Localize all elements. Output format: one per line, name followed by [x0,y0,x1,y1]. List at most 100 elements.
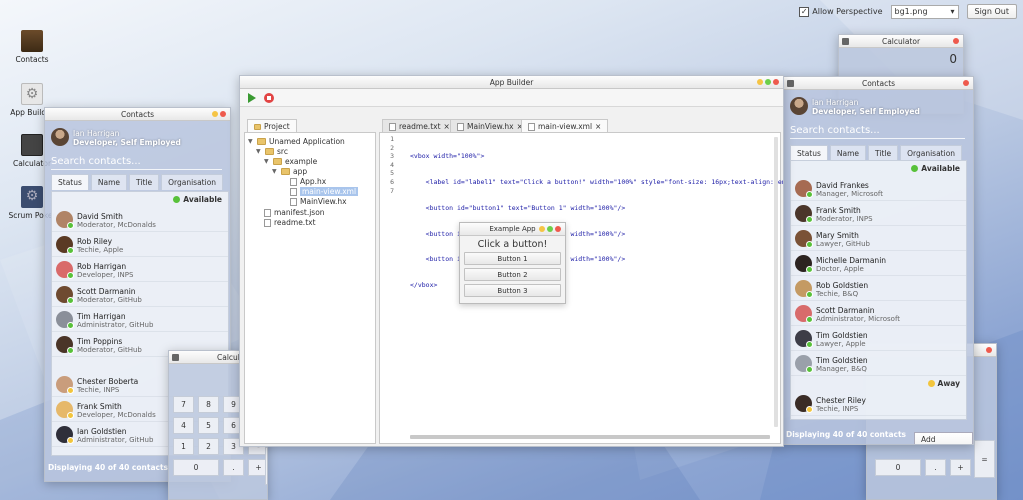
sign-out-button[interactable]: Sign Out [966,4,1017,19]
play-icon[interactable] [248,92,256,103]
minimize-button[interactable] [757,79,763,85]
tab-name[interactable]: Name [90,174,128,190]
tab-status[interactable]: Status [51,174,89,190]
tree-item-file[interactable]: readme.txt [264,218,316,227]
list-item[interactable]: Scott Darmanin Administrator, Microsoft [791,301,966,326]
close-button[interactable] [963,80,969,86]
key-7[interactable]: 7 [173,396,194,413]
tab-organisation[interactable]: Organisation [900,145,963,161]
status-label: Away [937,379,960,388]
avatar [790,97,808,115]
list-item[interactable]: Chester Riley Techie, INPS [791,391,966,416]
key-equals[interactable]: = [974,440,995,478]
list-item[interactable]: Michelle Darmanin Doctor, Apple [791,251,966,276]
key-5[interactable]: 5 [198,417,219,434]
tab-readme[interactable]: readme.txt × [382,119,457,133]
tab-title[interactable]: Title [868,145,899,161]
allow-perspective-toggle[interactable]: ✓ Allow Perspective [799,6,883,17]
key-2[interactable]: 2 [198,438,219,455]
contact-role: Techie, Apple [77,246,124,254]
tree-label: src [277,147,288,156]
tab-status[interactable]: Status [790,145,828,161]
list-item[interactable]: David Smith Moderator, McDonalds [52,207,228,232]
key-equals[interactable]: = [265,447,267,485]
checkbox[interactable]: ✓ [799,6,810,17]
tab-mainview[interactable]: MainView.hx × [450,119,530,133]
search-input[interactable]: Search contacts... [790,125,965,139]
close-icon[interactable]: × [444,122,450,131]
contact-role: Manager, Microsoft [816,190,883,198]
tree-item-file[interactable]: main-view.xml [290,187,359,196]
file-icon [290,177,297,186]
title-bar[interactable]: Calculator [839,35,963,48]
add-contact-button[interactable]: Add Contact [914,432,973,444]
button-2[interactable]: Button 2 [464,268,561,281]
close-button[interactable] [986,347,992,353]
close-icon[interactable]: × [595,122,601,131]
tab-title[interactable]: Title [129,174,160,190]
title-bar[interactable]: Contacts [45,108,230,121]
list-item[interactable]: Tim Goldstien Manager, B&Q [791,351,966,376]
tree-item-root[interactable]: ▼ Unamed Application [248,137,345,146]
key-dot[interactable]: . [925,459,946,476]
contact-name: Frank Smith [77,402,122,411]
button-3[interactable]: Button 3 [464,284,561,297]
list-item[interactable]: David Frankes Manager, Microsoft [791,176,966,201]
stop-icon[interactable] [264,92,274,103]
search-input[interactable]: Search contacts... [51,156,222,170]
list-item[interactable]: Rob Goldstien Techie, B&Q [791,276,966,301]
tab-name[interactable]: Name [829,145,867,161]
list-item[interactable]: Rob Riley Techie, Apple [52,232,228,257]
contact-role: Doctor, Apple [816,265,864,273]
close-button[interactable] [220,111,226,117]
button-1[interactable]: Button 1 [464,252,561,265]
title-bar[interactable]: App Builder [240,76,783,89]
key-4[interactable]: 4 [173,417,194,434]
tab-project[interactable]: Project [247,119,297,133]
key-0[interactable]: 0 [875,459,921,476]
desktop-icon-contacts[interactable]: Contacts [8,30,56,64]
tab-main-view-xml[interactable]: main-view.xml × [521,119,609,133]
title-bar[interactable]: Contacts [784,77,973,90]
tree-item-app[interactable]: ▼ app [272,167,307,176]
tree-item-example[interactable]: ▼ example [264,157,317,166]
list-item[interactable]: Mary Smith Lawyer, GitHub [791,226,966,251]
tab-organisation[interactable]: Organisation [161,174,224,190]
key-1[interactable]: 1 [173,438,194,455]
tree-item-file[interactable]: App.hx [290,177,326,186]
line-numbers: 1 2 3 4 5 6 7 [382,135,394,195]
expand-icon: ▼ [272,168,277,175]
code-editor[interactable]: 1 2 3 4 5 6 7 <vbox width="100%"> <label… [379,132,783,444]
tab-label: main-view.xml [538,122,593,131]
key-8[interactable]: 8 [198,396,219,413]
list-item[interactable]: Frank Smith Moderator, INPS [791,201,966,226]
list-item[interactable]: Tim Goldstien Lawyer, Apple [791,326,966,351]
key-0[interactable]: 0 [173,459,219,476]
file-icon [457,122,464,131]
tree-item-file[interactable]: manifest.json [264,208,325,217]
title-bar[interactable]: Example App [460,223,565,236]
list-item[interactable]: Rob Harrigan Developer, INPS [52,257,228,282]
tree-item-file[interactable]: MainView.hx [290,197,347,206]
maximize-button[interactable] [765,79,771,85]
list-item[interactable]: Scott Darmanin Moderator, GitHub [52,282,228,307]
close-button[interactable] [555,226,561,232]
status-label: Available [183,195,222,204]
horizontal-scrollbar[interactable] [410,435,770,439]
background-select[interactable]: bg1.png ▾ [890,4,959,19]
maximize-button[interactable] [547,226,553,232]
tree-item-src[interactable]: ▼ src [256,147,288,156]
key-plus[interactable]: + [950,459,971,476]
key-dot[interactable]: . [223,459,244,476]
avatar [795,330,813,348]
avatar [56,211,74,229]
contact-name: Tim Harrigan [77,312,126,321]
list-item[interactable]: Tim Harrigan Administrator, GitHub [52,307,228,332]
avatar [56,376,74,394]
minimize-button[interactable] [539,226,545,232]
close-button[interactable] [953,38,959,44]
minimize-button[interactable] [212,111,218,117]
background-select-value: bg1.png [894,7,928,16]
close-button[interactable] [773,79,779,85]
vertical-scrollbar[interactable] [774,137,778,427]
